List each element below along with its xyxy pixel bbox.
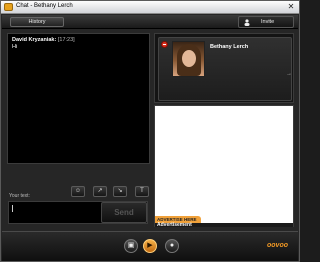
advertisement-panel[interactable]: ADVERTISE HERE Advertisement [154,105,294,228]
nudge-icon[interactable]: ↗ [93,186,107,197]
emote-toolbar: ☺ ↗ ↘ T [71,186,151,198]
window-title: Chat - Bethany Lerch [16,3,73,9]
avatar [172,41,205,77]
app-icon [4,3,13,11]
mic-icon[interactable]: ● [165,239,179,253]
video-chat-icon[interactable]: ▶ [143,239,157,253]
text-caret [12,205,13,212]
advertisement-label: Advertisement [157,222,192,228]
brand-logo: oovoo [267,242,288,249]
title-bar: Chat - Bethany Lerch ✕ [1,1,299,14]
chat-window: Chat - Bethany Lerch ✕ History Invite Da… [0,0,300,262]
wink-icon[interactable]: ↘ [113,186,127,197]
camera-icon[interactable]: ▣ [124,239,138,253]
remove-contact-icon[interactable] [161,41,168,48]
your-text-label: Your text: [9,193,30,199]
message-sender: David Kryzaniak: [12,37,57,43]
contact-name: Bethany Lerch [210,44,249,50]
bottom-bar: ▣ ▶ ● oovoo [2,231,298,261]
message-text: Hi [12,44,18,50]
history-button[interactable]: History [10,17,64,27]
toolbar: History Invite [2,15,298,29]
message-time: [17:23] [57,37,75,43]
contact-card[interactable]: Bethany Lerch → [158,37,292,101]
arrow-icon[interactable]: → [286,71,292,77]
person-icon [244,19,250,26]
smiley-icon[interactable]: ☺ [71,186,85,197]
close-icon[interactable]: ✕ [286,2,296,12]
invite-button[interactable]: Invite [238,16,294,28]
send-button[interactable]: Send [101,202,147,223]
invite-label: Invite [261,19,275,25]
chat-history-panel[interactable]: David Kryzaniak: [17:23] Hi [7,33,150,164]
text-format-icon[interactable]: T [135,186,149,197]
message-header: David Kryzaniak: [17:23] [12,37,75,43]
contacts-panel: Bethany Lerch → [154,33,294,103]
